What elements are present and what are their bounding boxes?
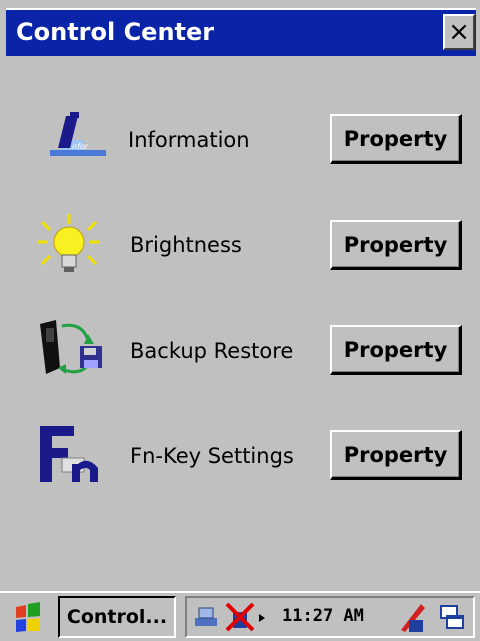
fn-key-label: Fn-Key Settings	[130, 444, 294, 468]
fn-key-icon	[40, 426, 98, 482]
titlebar-background: Control Center	[6, 8, 476, 56]
svg-text:nfor: nfor	[72, 142, 89, 151]
information-icon: nfor	[50, 112, 106, 156]
system-tray: 11:27 AM	[185, 596, 475, 638]
windows-switch-icon[interactable]	[437, 604, 467, 632]
fn-key-property-button[interactable]: Property	[330, 430, 462, 480]
close-button[interactable]: ×	[443, 14, 475, 50]
taskbar-clock: 11:27 AM	[282, 606, 364, 626]
backup-restore-property-button[interactable]: Property	[330, 325, 462, 375]
backup-restore-label: Backup Restore	[130, 339, 294, 363]
information-label: Information	[128, 128, 250, 152]
brightness-icon	[38, 214, 100, 272]
window-titlebar: Control Center ×	[0, 0, 480, 66]
taskbar: Control... 11:27 AM	[0, 591, 480, 641]
taskbar-task-control[interactable]: Control...	[58, 596, 176, 638]
window-title: Control Center	[16, 18, 215, 46]
information-property-button[interactable]: Property	[330, 114, 462, 164]
brightness-label: Brightness	[130, 233, 242, 257]
start-icon[interactable]	[8, 601, 48, 637]
network-icon[interactable]	[193, 604, 223, 632]
connection-status-icon[interactable]	[225, 602, 269, 632]
backup-restore-icon	[40, 320, 102, 374]
input-method-icon[interactable]	[397, 602, 427, 634]
brightness-property-button[interactable]: Property	[330, 220, 462, 270]
